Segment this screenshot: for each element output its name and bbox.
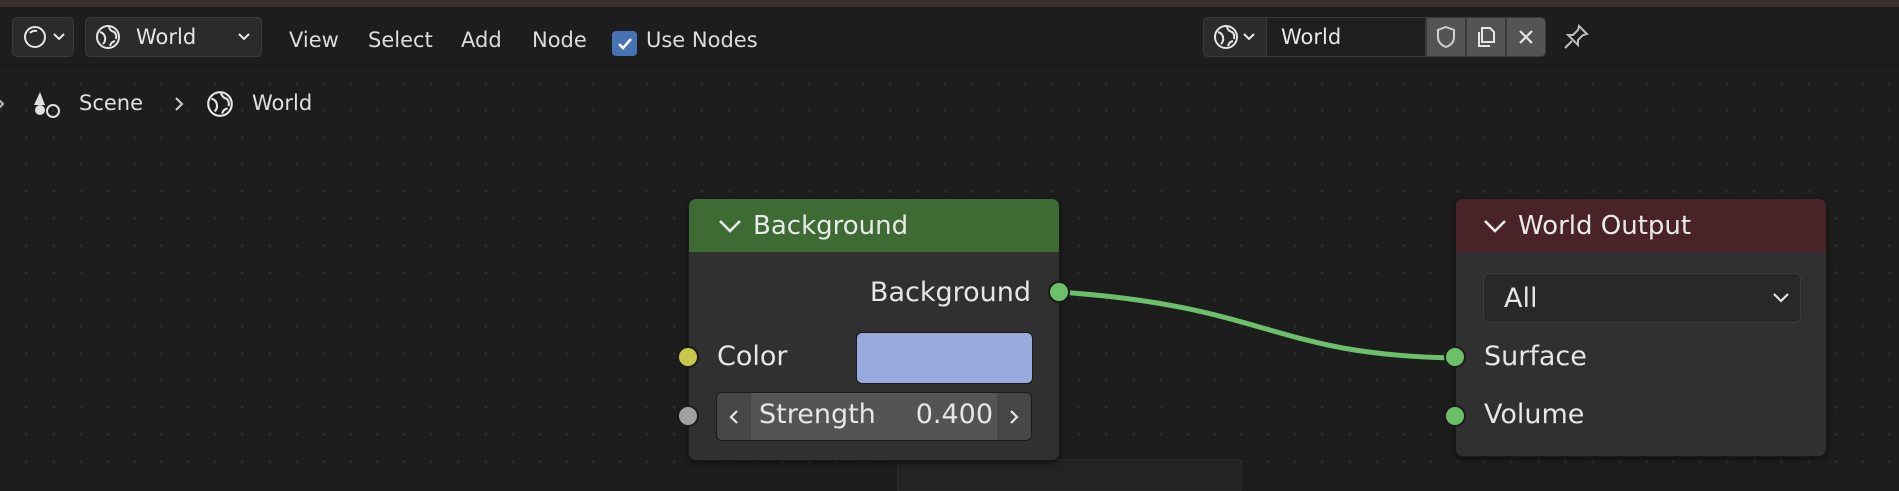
color-input-socket[interactable] <box>677 346 699 368</box>
chevron-left-icon <box>729 409 738 424</box>
strength-field[interactable]: Strength 0.400 <box>716 392 1032 441</box>
strength-decrement[interactable] <box>717 393 751 440</box>
volume-input-socket[interactable] <box>1444 405 1466 427</box>
chevron-down-icon[interactable] <box>717 216 743 236</box>
background-node[interactable]: Background Background Color Strength 0.4… <box>677 198 1070 461</box>
target-value: All <box>1504 283 1538 314</box>
strength-label: Strength <box>759 399 876 430</box>
background-output-label: Background <box>869 277 1031 308</box>
background-node-header[interactable]: Background <box>689 199 1059 252</box>
surface-input-socket[interactable] <box>1444 346 1466 368</box>
color-swatch[interactable] <box>856 332 1033 384</box>
strength-input-socket[interactable] <box>677 405 699 427</box>
chevron-down-icon <box>1773 293 1789 303</box>
strength-value: 0.400 <box>915 399 993 430</box>
strength-increment[interactable] <box>997 393 1031 440</box>
background-output-socket[interactable] <box>1048 281 1070 303</box>
world-output-node-header[interactable]: World Output <box>1456 199 1826 252</box>
chevron-down-icon[interactable] <box>1482 216 1508 236</box>
color-input-label: Color <box>717 341 788 372</box>
target-dropdown[interactable]: All <box>1483 273 1801 323</box>
volume-input-label: Volume <box>1484 399 1585 430</box>
background-node-title: Background <box>753 210 909 241</box>
chevron-right-icon <box>1010 409 1019 424</box>
world-output-node-title: World Output <box>1518 210 1692 241</box>
world-output-node[interactable]: World Output All Surface Volume <box>1444 198 1827 457</box>
surface-input-label: Surface <box>1484 341 1587 372</box>
